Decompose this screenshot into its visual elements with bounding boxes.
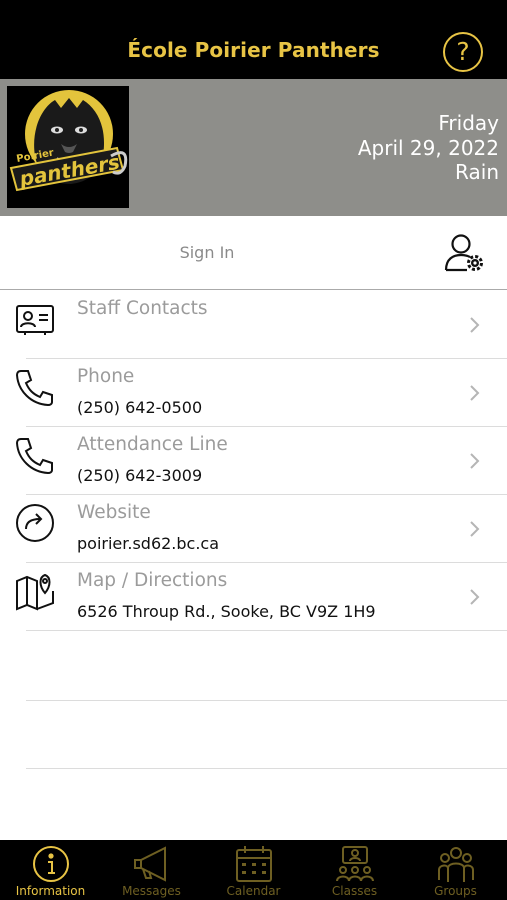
list-item-staff-contacts[interactable]: Staff Contacts xyxy=(0,291,507,359)
tab-label: Groups xyxy=(434,884,477,898)
chevron-right-icon xyxy=(470,317,480,333)
tab-label: Information xyxy=(15,884,86,898)
list-item-label: Staff Contacts xyxy=(77,298,208,319)
tab-bar: Information Messages Calendar Classes Gr… xyxy=(0,840,507,900)
tab-messages[interactable]: Messages xyxy=(101,840,202,900)
info-icon xyxy=(30,844,72,884)
school-logo: Poirier panthers xyxy=(7,86,129,208)
app-title: École Poirier Panthers xyxy=(127,38,380,62)
list-item-value: poirier.sd62.bc.ca xyxy=(77,534,220,553)
list-item-attendance-line[interactable]: Attendance Line (250) 642-3009 xyxy=(0,427,507,495)
classes-icon xyxy=(334,844,376,884)
phone-icon xyxy=(13,433,57,477)
megaphone-icon xyxy=(131,844,173,884)
tab-label: Calendar xyxy=(226,884,281,898)
list-item-label: Website xyxy=(77,502,151,523)
tab-groups[interactable]: Groups xyxy=(405,840,506,900)
list-item-value: 6526 Throup Rd., Sooke, BC V9Z 1H9 xyxy=(77,602,376,621)
tab-calendar[interactable]: Calendar xyxy=(203,840,304,900)
map-pin-icon xyxy=(13,569,57,613)
top-bar: École Poirier Panthers ? xyxy=(0,0,507,79)
list-item-label: Attendance Line xyxy=(77,434,228,455)
school-banner: Poirier panthers Friday April 29, 2022 R… xyxy=(0,79,507,216)
row-divider xyxy=(26,700,507,701)
weather-text: Rain xyxy=(455,160,499,184)
list-item-label: Map / Directions xyxy=(77,570,228,591)
list-item-value: (250) 642-0500 xyxy=(77,398,203,417)
date-text: April 29, 2022 xyxy=(357,135,499,160)
phone-icon xyxy=(13,365,57,409)
row-divider xyxy=(26,768,507,769)
tab-label: Classes xyxy=(331,884,378,898)
user-settings-icon[interactable] xyxy=(443,232,485,274)
sign-in-row[interactable]: Sign In xyxy=(0,216,507,290)
groups-icon xyxy=(435,844,477,884)
sign-in-label[interactable]: Sign In xyxy=(0,243,414,262)
chevron-right-icon xyxy=(470,589,480,605)
list-item-label: Phone xyxy=(77,366,135,387)
help-button[interactable]: ? xyxy=(443,32,483,72)
list-item-website[interactable]: Website poirier.sd62.bc.ca xyxy=(0,495,507,563)
share-arrow-icon xyxy=(13,501,57,545)
tab-label: Messages xyxy=(122,884,181,898)
list-item-map-directions[interactable]: Map / Directions 6526 Throup Rd., Sooke,… xyxy=(0,563,507,631)
date-weather: Friday April 29, 2022 Rain xyxy=(358,111,499,185)
list-item-value: (250) 642-3009 xyxy=(77,466,203,485)
tab-classes[interactable]: Classes xyxy=(304,840,405,900)
list-item-phone[interactable]: Phone (250) 642-0500 xyxy=(0,359,507,427)
tab-information[interactable]: Information xyxy=(0,840,101,900)
calendar-icon xyxy=(233,844,275,884)
chevron-right-icon xyxy=(470,453,480,469)
row-divider xyxy=(26,630,507,631)
chevron-right-icon xyxy=(470,385,480,401)
day-of-week: Friday xyxy=(438,111,499,135)
chevron-right-icon xyxy=(470,521,480,537)
contact-card-icon xyxy=(13,297,57,341)
question-circle-icon: ? xyxy=(456,37,470,66)
